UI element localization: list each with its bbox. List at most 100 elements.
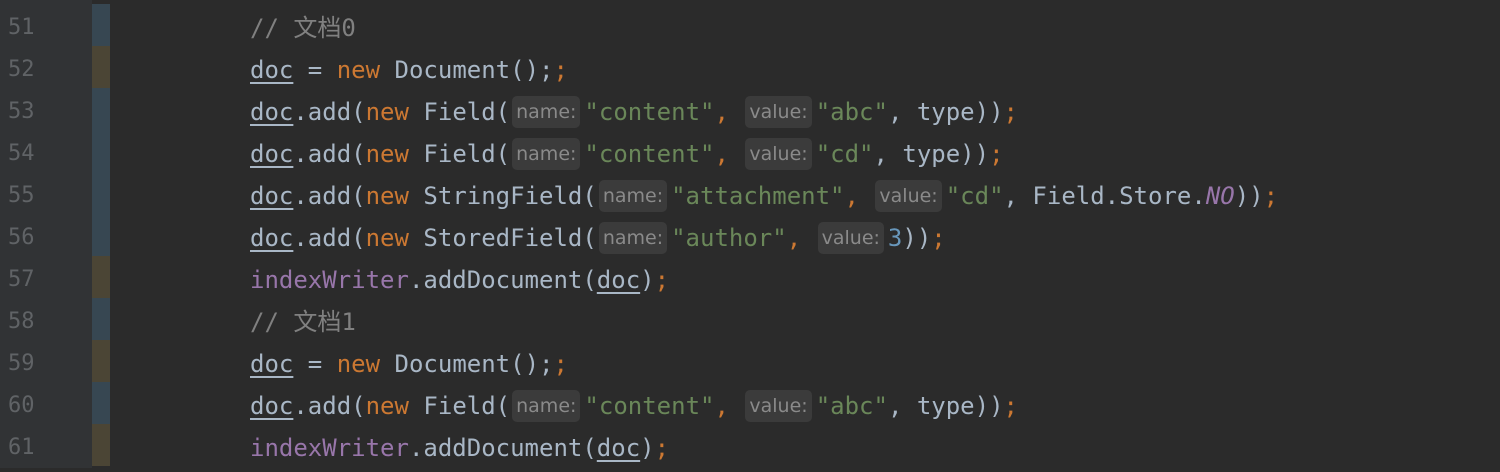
variable-doc[interactable]: doc: [250, 140, 293, 168]
code-content[interactable]: doc.add(new Field(name: "content", value:…: [250, 382, 1018, 424]
param-hint-name: name:: [598, 222, 668, 254]
keyword-new: new: [365, 392, 409, 420]
variable-doc[interactable]: doc: [250, 350, 293, 378]
string-literal: "content": [584, 98, 715, 126]
variable-doc[interactable]: doc: [597, 434, 640, 462]
code-line[interactable]: 55 doc.add(new StringField(name: "attachm…: [0, 172, 1500, 214]
vcs-changed-marker[interactable]: [92, 382, 110, 424]
code-editor[interactable]: 51 // 文档0 52 doc = new Document();; 53 d…: [0, 0, 1500, 468]
code-line[interactable]: 56 doc.add(new StoredField(name: "author"…: [0, 214, 1500, 256]
param-hint-value: value:: [745, 390, 812, 422]
vcs-added-marker[interactable]: [92, 424, 110, 466]
code-content[interactable]: // 文档0: [250, 4, 356, 46]
code-content[interactable]: doc.add(new Field(name: "content", value:…: [250, 130, 1004, 172]
enum-constant[interactable]: NO: [1206, 182, 1235, 210]
keyword-new: new: [336, 56, 381, 84]
param-hint-value: value:: [745, 96, 812, 128]
code-line[interactable]: 51 // 文档0: [0, 4, 1500, 46]
keyword-new: new: [365, 224, 409, 252]
method-call[interactable]: .add(: [293, 224, 365, 252]
code-line[interactable]: 60 doc.add(new Field(name: "content", val…: [0, 382, 1500, 424]
string-literal: "cd": [945, 182, 1004, 210]
code-content[interactable]: doc = new Document();;: [250, 340, 568, 382]
keyword-new: new: [365, 182, 409, 210]
code-content[interactable]: doc.add(new StringField(name: "attachment…: [250, 172, 1278, 214]
field-access[interactable]: , Field.Store.: [1004, 182, 1206, 210]
method-call[interactable]: .add(: [293, 98, 365, 126]
keyword-new: new: [336, 350, 381, 378]
vcs-changed-marker[interactable]: [92, 214, 110, 256]
code-line[interactable]: 57 indexWriter.addDocument(doc);: [0, 256, 1500, 298]
separator: ,: [714, 140, 744, 168]
operator: =: [293, 56, 337, 84]
comment: // 文档0: [250, 14, 356, 42]
method-call[interactable]: .addDocument(: [409, 434, 597, 462]
vcs-changed-marker[interactable]: [92, 88, 110, 130]
code-rest: )): [902, 224, 932, 252]
separator: ,: [844, 182, 874, 210]
vcs-changed-marker[interactable]: [92, 298, 110, 340]
string-literal: "content": [584, 140, 715, 168]
vcs-changed-marker[interactable]: [92, 4, 110, 46]
string-literal: "cd": [815, 140, 874, 168]
method-call[interactable]: .addDocument(: [409, 266, 597, 294]
string-literal: "abc": [815, 98, 888, 126]
code-content[interactable]: indexWriter.addDocument(doc);: [250, 424, 669, 466]
separator: ,: [786, 224, 816, 252]
keyword-new: new: [365, 140, 409, 168]
code-content[interactable]: doc = new Document();;: [250, 46, 568, 88]
code-content[interactable]: doc.add(new StoredField(name: "author", v…: [250, 214, 946, 256]
separator: ,: [714, 98, 744, 126]
constructor-call[interactable]: Document();: [380, 56, 554, 84]
field-index-writer[interactable]: indexWriter: [250, 434, 409, 462]
code-rest: , type)): [887, 98, 1004, 126]
variable-doc[interactable]: doc: [250, 98, 293, 126]
method-call[interactable]: .add(: [293, 182, 365, 210]
vcs-changed-marker[interactable]: [92, 130, 110, 172]
keyword-new: new: [365, 98, 409, 126]
variable-doc[interactable]: doc: [250, 224, 293, 252]
vcs-added-marker[interactable]: [92, 46, 110, 88]
line-number: 60: [8, 393, 35, 418]
code-rest: , type)): [873, 140, 990, 168]
code-line[interactable]: 61 indexWriter.addDocument(doc);: [0, 424, 1500, 466]
code-line[interactable]: 58 // 文档1: [0, 298, 1500, 340]
param-hint-value: value:: [817, 222, 884, 254]
number-literal: 3: [887, 224, 903, 252]
vcs-added-marker[interactable]: [92, 256, 110, 298]
variable-doc[interactable]: doc: [597, 266, 640, 294]
line-number: 52: [8, 57, 35, 82]
line-number: 58: [8, 309, 35, 334]
code-line[interactable]: 54 doc.add(new Field(name: "content", val…: [0, 130, 1500, 172]
field-index-writer[interactable]: indexWriter: [250, 266, 409, 294]
type-name[interactable]: Field(: [409, 392, 510, 420]
comment: // 文档1: [250, 308, 356, 336]
type-name[interactable]: Field(: [409, 98, 510, 126]
code-content[interactable]: // 文档1: [250, 298, 356, 340]
vcs-added-marker[interactable]: [92, 340, 110, 382]
method-call[interactable]: .add(: [293, 140, 365, 168]
param-hint-name: name:: [512, 390, 581, 422]
vcs-changed-marker[interactable]: [92, 172, 110, 214]
constructor-call[interactable]: Document();: [380, 350, 554, 378]
variable-doc[interactable]: doc: [250, 182, 293, 210]
type-name[interactable]: Field(: [409, 140, 510, 168]
separator: ,: [714, 392, 744, 420]
string-literal: "author": [671, 224, 787, 252]
variable-doc[interactable]: doc: [250, 392, 293, 420]
code-content[interactable]: doc.add(new Field(name: "content", value:…: [250, 88, 1018, 130]
line-number: 53: [8, 99, 35, 124]
string-literal: "attachment": [671, 182, 845, 210]
line-number: 57: [8, 267, 35, 292]
code-rest: , type)): [887, 392, 1004, 420]
code-line[interactable]: 59 doc = new Document();;: [0, 340, 1500, 382]
code-line[interactable]: 53 doc.add(new Field(name: "content", val…: [0, 88, 1500, 130]
variable-doc[interactable]: doc: [250, 56, 293, 84]
line-number: 56: [8, 225, 35, 250]
type-name[interactable]: StringField(: [409, 182, 596, 210]
line-number: 61: [8, 435, 35, 460]
type-name[interactable]: StoredField(: [409, 224, 596, 252]
code-content[interactable]: indexWriter.addDocument(doc);: [250, 256, 669, 298]
code-line[interactable]: 52 doc = new Document();;: [0, 46, 1500, 88]
method-call[interactable]: .add(: [293, 392, 365, 420]
